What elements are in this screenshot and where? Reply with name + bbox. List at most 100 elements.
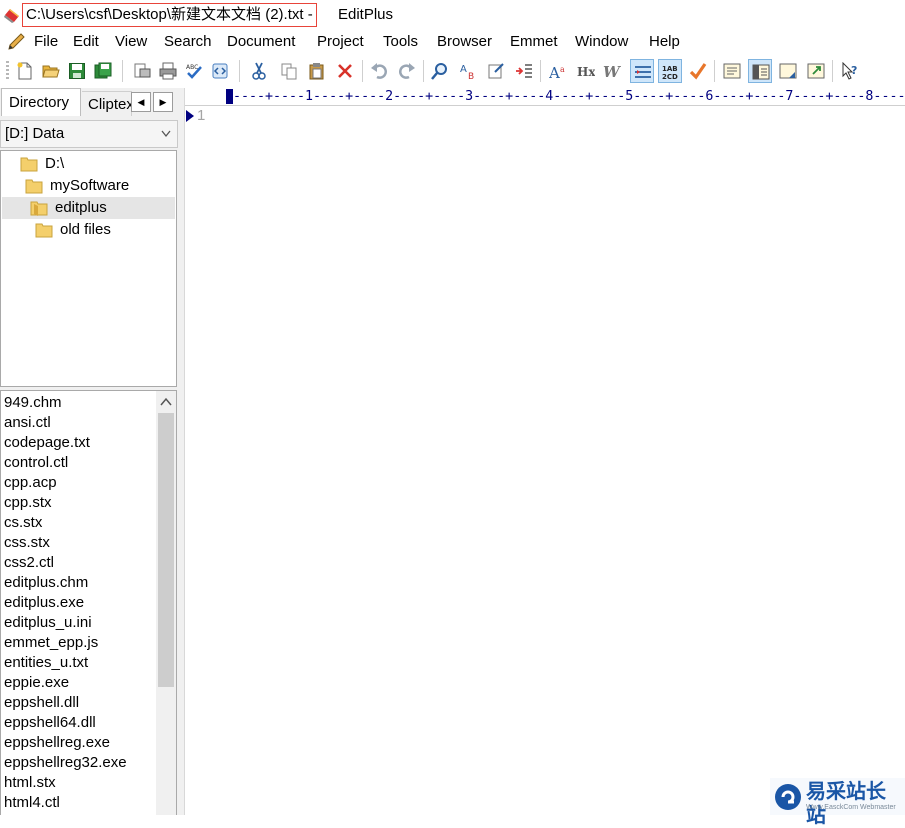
editplus-app-icon[interactable]: [3, 6, 21, 24]
tree-item-label: editplus: [55, 199, 107, 216]
title-app-name: EditPlus: [338, 6, 394, 23]
redo-icon: [399, 63, 415, 79]
file-list-item[interactable]: eppshell.dll: [4, 693, 79, 713]
save-all-button[interactable]: [91, 59, 115, 83]
toolbar-separator: [832, 60, 833, 82]
watermark-subtext: Www.EasckCom Webmaster: [806, 804, 896, 811]
cut-button[interactable]: [247, 59, 271, 83]
tree-item-editplus[interactable]: editplus: [2, 197, 175, 219]
menu-window[interactable]: Window: [574, 32, 629, 52]
file-list-item[interactable]: cpp.stx: [4, 493, 52, 513]
print-button[interactable]: [156, 59, 180, 83]
file-list-item[interactable]: entities_u.txt: [4, 653, 88, 673]
file-list-item[interactable]: eppshell64.dll: [4, 713, 96, 733]
check-button[interactable]: [686, 59, 710, 83]
menu-browser[interactable]: Browser: [436, 32, 493, 52]
tree-item-label: old files: [60, 221, 111, 238]
file-list-item[interactable]: editplus_u.ini: [4, 613, 92, 633]
browser-preview-button[interactable]: [208, 59, 232, 83]
goto-button[interactable]: [484, 59, 508, 83]
open-file-button[interactable]: [39, 59, 63, 83]
editor-area[interactable]: ----+----1----+----2----+----3----+----4…: [185, 88, 905, 815]
cliptext-window-icon: [752, 64, 770, 80]
menu-search[interactable]: Search: [163, 32, 213, 52]
file-list-item[interactable]: 949.chm: [4, 393, 62, 413]
line-number-toggle-button[interactable]: [630, 59, 654, 83]
tab-scroll-left-button[interactable]: ◀: [131, 92, 151, 112]
new-file-icon: [17, 62, 32, 80]
help-context-button[interactable]: ?: [838, 59, 862, 83]
tab-cliptext[interactable]: Cliptext: [82, 91, 132, 116]
copy-button[interactable]: [277, 59, 301, 83]
file-list: 949.chm ansi.ctl codepage.txt control.ctl cp…: [0, 390, 177, 815]
save-all-icon: [94, 62, 112, 79]
file-list-item[interactable]: editplus.chm: [4, 573, 88, 593]
new-file-button[interactable]: [13, 59, 37, 83]
svg-text:A: A: [460, 64, 467, 75]
drive-select[interactable]: [D:] Data: [0, 120, 178, 148]
scrollbar-thumb[interactable]: [158, 413, 174, 687]
file-list-item[interactable]: eppshellreg32.exe: [4, 753, 127, 773]
file-list-item[interactable]: html4.ctl: [4, 793, 60, 813]
file-list-scrollbar[interactable]: [156, 391, 176, 815]
delete-button[interactable]: [333, 59, 357, 83]
file-list-item[interactable]: codepage.txt: [4, 433, 90, 453]
cliptext-window-button[interactable]: [748, 59, 772, 83]
toolbar-grip[interactable]: [6, 61, 9, 81]
replace-icon: AB: [460, 64, 474, 80]
toolbar-separator: [239, 60, 240, 82]
menu-emmet[interactable]: Emmet: [509, 32, 559, 52]
file-list-item[interactable]: html.stx: [4, 773, 56, 793]
file-list-item[interactable]: emmet_epp.js: [4, 633, 98, 653]
title-file-path: C:\Users\csf\Desktop\新建文本文档 (2).txt -: [22, 3, 317, 27]
column-number-button[interactable]: 1AB 2CD: [658, 59, 682, 83]
redo-button[interactable]: [395, 59, 419, 83]
svg-text:?: ?: [851, 64, 857, 77]
folder-icon: [25, 179, 43, 194]
tree-item-drive-root[interactable]: D:\: [20, 153, 170, 175]
column-ruler: ----+----1----+----2----+----3----+----4…: [185, 88, 905, 106]
toolbar: ABC AB Aa Hx W 1AB 2CD ?: [0, 54, 905, 89]
word-wrap-icon: W: [603, 63, 621, 80]
tab-scroll-right-button[interactable]: ▶: [153, 92, 173, 112]
hex-view-button[interactable]: Hx: [574, 59, 598, 83]
scroll-up-button[interactable]: [156, 391, 176, 413]
tab-directory[interactable]: Directory: [1, 88, 81, 116]
find-button[interactable]: [428, 59, 452, 83]
word-wrap-button[interactable]: W: [600, 59, 624, 83]
file-list-item[interactable]: cpp.acp: [4, 473, 57, 493]
menu-document[interactable]: Document: [226, 32, 296, 52]
column-number-icon: 1AB2CD: [662, 65, 678, 81]
tree-item-old-files[interactable]: old files: [35, 219, 175, 241]
menu-view[interactable]: View: [114, 32, 148, 52]
file-list-item[interactable]: ansi.ctl: [4, 413, 51, 433]
directory-window-button[interactable]: [776, 59, 800, 83]
menu-help[interactable]: Help: [648, 32, 681, 52]
full-screen-button[interactable]: [804, 59, 828, 83]
file-list-item[interactable]: css.stx: [4, 533, 50, 553]
output-window-icon: [723, 63, 741, 79]
undo-button[interactable]: [367, 59, 391, 83]
spell-check-button[interactable]: ABC: [182, 59, 206, 83]
print-preview-button[interactable]: [130, 59, 154, 83]
menu-edit[interactable]: Edit: [72, 32, 100, 52]
replace-button[interactable]: AB: [456, 59, 480, 83]
save-button[interactable]: [65, 59, 89, 83]
pencil-icon: [8, 33, 25, 50]
file-list-item[interactable]: css2.ctl: [4, 553, 54, 573]
file-list-item[interactable]: control.ctl: [4, 453, 68, 473]
paste-button[interactable]: [305, 59, 329, 83]
font-size-button[interactable]: Aa: [546, 59, 570, 83]
paste-icon: [309, 63, 324, 80]
file-list-item[interactable]: cs.stx: [4, 513, 42, 533]
menu-file[interactable]: File: [33, 32, 59, 52]
indent-button[interactable]: [512, 59, 536, 83]
output-window-button[interactable]: [720, 59, 744, 83]
menu-tools[interactable]: Tools: [382, 32, 419, 52]
tree-item-mysoftware[interactable]: mySoftware: [25, 175, 175, 197]
menu-project[interactable]: Project: [316, 32, 365, 52]
current-line-marker-icon: [186, 110, 194, 122]
file-list-item[interactable]: eppshellreg.exe: [4, 733, 110, 753]
file-list-item[interactable]: eppie.exe: [4, 673, 69, 693]
file-list-item[interactable]: editplus.exe: [4, 593, 84, 613]
